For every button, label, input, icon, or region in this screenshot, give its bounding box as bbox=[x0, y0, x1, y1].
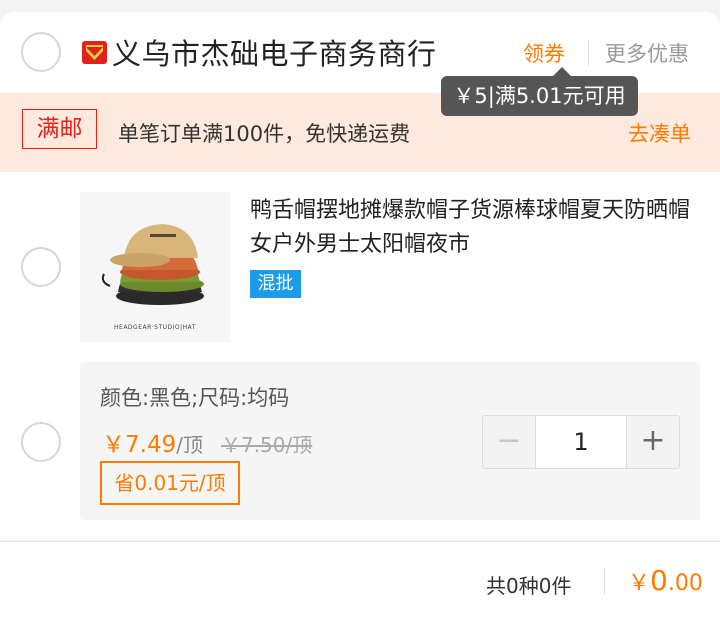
summary-divider bbox=[604, 568, 605, 594]
price-unit: /顶 bbox=[176, 433, 203, 457]
total-price: ￥0.00 bbox=[628, 564, 703, 597]
total-decimal: .00 bbox=[667, 571, 703, 596]
cart-summary-bar: 共0种0件 ￥0.00 bbox=[0, 541, 720, 618]
total-integer: 0 bbox=[650, 564, 668, 597]
original-price: ￥7.50/顶 bbox=[220, 433, 313, 457]
price-row: ￥7.49/顶 ￥7.50/顶 bbox=[102, 425, 312, 459]
decrease-quantity-button[interactable]: − bbox=[483, 416, 535, 468]
product-title[interactable]: 鸭舌帽摆地摊爆款帽子货源棒球帽夏天防晒帽女户外男士太阳帽夜市 bbox=[250, 194, 700, 262]
get-coupon-link[interactable]: 领券 bbox=[523, 38, 565, 68]
shop-select-radio[interactable] bbox=[21, 32, 61, 72]
current-price: ￥7.49 bbox=[102, 432, 177, 458]
total-currency: ￥ bbox=[628, 571, 651, 596]
product-select-radio[interactable] bbox=[21, 247, 61, 287]
sku-panel: 颜色:黑色;尺码:均码 ￥7.49/顶 ￥7.50/顶 省0.01元/顶 − 1 … bbox=[80, 362, 700, 520]
product-image-caption: HEADGEAR·STUDIO|HAT bbox=[114, 324, 196, 331]
sku-spec[interactable]: 颜色:黑色;尺码:均码 bbox=[100, 382, 289, 412]
saving-badge: 省0.01元/顶 bbox=[100, 461, 240, 505]
header-divider bbox=[588, 40, 589, 66]
coupon-tooltip: ￥5|满5.01元可用 bbox=[441, 67, 638, 116]
more-offers-link[interactable]: 更多优惠 bbox=[605, 38, 689, 68]
sku-select-radio[interactable] bbox=[21, 422, 61, 462]
free-shipping-badge: 满邮 bbox=[22, 109, 97, 149]
shop-logo-icon bbox=[82, 41, 107, 64]
quantity-input[interactable]: 1 bbox=[535, 416, 627, 468]
quantity-stepper: − 1 + bbox=[482, 415, 680, 469]
add-more-items-link[interactable]: 去凑单 bbox=[628, 118, 691, 148]
top-gap bbox=[0, 0, 720, 12]
selected-count: 共0种0件 bbox=[486, 574, 572, 598]
product-image[interactable]: HEADGEAR·STUDIO|HAT bbox=[80, 192, 230, 342]
free-shipping-text: 单笔订单满100件，免快递运费 bbox=[118, 122, 411, 146]
increase-quantity-button[interactable]: + bbox=[627, 416, 679, 468]
mixed-batch-tag: 混批 bbox=[250, 270, 301, 298]
shop-name[interactable]: 义乌市杰础电子商务商行 bbox=[112, 31, 437, 73]
